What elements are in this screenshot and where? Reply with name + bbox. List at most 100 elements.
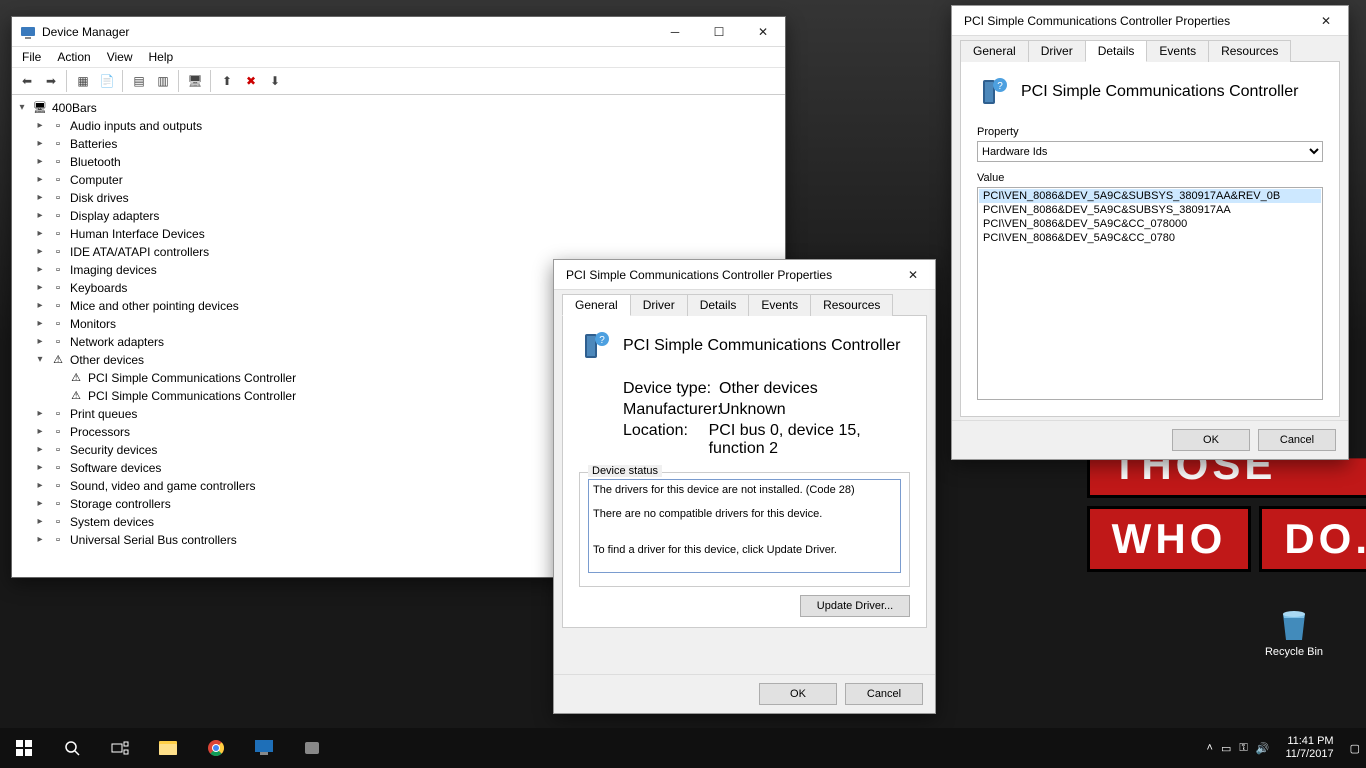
task-view-button[interactable] (96, 728, 144, 768)
close-button[interactable]: ✕ (891, 261, 935, 289)
category-icon: ▫ (50, 190, 66, 206)
category-icon: ▫ (50, 244, 66, 260)
close-button[interactable]: ✕ (1304, 7, 1348, 35)
battery-icon[interactable]: ▭ (1221, 742, 1231, 755)
list-item[interactable]: PCI\VEN_8086&DEV_5A9C&CC_0780 (979, 231, 1321, 245)
titlebar[interactable]: PCI Simple Communications Controller Pro… (952, 6, 1348, 36)
disable-button[interactable]: ⬇ (264, 70, 286, 92)
category-icon: ▫ (50, 442, 66, 458)
cancel-button[interactable]: Cancel (845, 683, 923, 705)
menu-help[interactable]: Help (149, 50, 174, 64)
tab-resources[interactable]: Resources (1208, 40, 1291, 62)
device-type: Other devices (719, 380, 818, 398)
tabs: General Driver Details Events Resources (562, 290, 927, 316)
device-status[interactable]: The drivers for this device are not inst… (588, 479, 901, 573)
menu-action[interactable]: Action (57, 50, 90, 64)
recycle-bin[interactable]: Recycle Bin (1258, 602, 1330, 658)
update-driver-button[interactable]: Update Driver... (800, 595, 910, 617)
list-item[interactable]: PCI\VEN_8086&DEV_5A9C&SUBSYS_380917AA (979, 203, 1321, 217)
notifications-icon[interactable]: ▢ (1350, 742, 1360, 755)
category-icon: ⚠ (50, 352, 66, 368)
device-name: PCI Simple Communications Controller (623, 337, 900, 355)
clock[interactable]: 11:41 PM 11/7/2017 (1277, 735, 1341, 761)
property-label: Property (977, 126, 1323, 138)
manufacturer: Unknown (719, 401, 786, 419)
warning-icon: ⚠ (68, 388, 84, 404)
tree-item[interactable]: ▸▫Batteries (16, 135, 785, 153)
tab-events[interactable]: Events (748, 294, 811, 316)
svg-text:?: ? (997, 81, 1003, 92)
taskbar: ˄ ▭ ⚿ 🔊 11:41 PM 11/7/2017 ▢ (0, 728, 1366, 768)
tab-general[interactable]: General (562, 294, 631, 316)
ok-button[interactable]: OK (1172, 429, 1250, 451)
tree-item[interactable]: ▸▫Computer (16, 171, 785, 189)
titlebar[interactable]: Device Manager ─ ☐ ✕ (12, 17, 785, 47)
tab-general[interactable]: General (960, 40, 1029, 62)
device-icon: ? (579, 330, 611, 362)
property-select[interactable]: Hardware Ids (977, 141, 1323, 162)
window-title: Device Manager (42, 25, 653, 39)
properties-button[interactable]: 📄 (96, 70, 118, 92)
maximize-button[interactable]: ☐ (697, 18, 741, 46)
status-legend: Device status (588, 465, 662, 477)
back-button[interactable]: ⬅ (16, 70, 38, 92)
menubar: File Action View Help (12, 47, 785, 67)
category-icon: ▫ (50, 172, 66, 188)
titlebar[interactable]: PCI Simple Communications Controller Pro… (554, 260, 935, 290)
close-button[interactable]: ✕ (741, 18, 785, 46)
tree-item[interactable]: ▸▫Audio inputs and outputs (16, 117, 785, 135)
value-listbox[interactable]: PCI\VEN_8086&DEV_5A9C&SUBSYS_380917AA&RE… (977, 187, 1323, 400)
tree-item[interactable]: ▸▫Disk drives (16, 189, 785, 207)
category-icon: ▫ (50, 298, 66, 314)
tree-root[interactable]: 400Bars (52, 99, 97, 117)
tab-driver[interactable]: Driver (630, 294, 688, 316)
tree-item[interactable]: ▸▫Bluetooth (16, 153, 785, 171)
category-icon: ▫ (50, 532, 66, 548)
volume-icon[interactable]: 🔊 (1256, 742, 1270, 755)
category-icon: ▫ (50, 478, 66, 494)
tab-driver[interactable]: Driver (1028, 40, 1086, 62)
tree-item[interactable]: ▸▫Display adapters (16, 207, 785, 225)
menu-file[interactable]: File (22, 50, 41, 64)
tab-details[interactable]: Details (1085, 40, 1148, 62)
taskbar-app-1[interactable] (240, 728, 288, 768)
category-icon: ▫ (50, 514, 66, 530)
update-driver-button[interactable]: ⬆ (216, 70, 238, 92)
svg-text:?: ? (599, 335, 605, 346)
tab-events[interactable]: Events (1146, 40, 1209, 62)
minimize-button[interactable]: ─ (653, 18, 697, 46)
wifi-icon[interactable]: ⚿ (1239, 742, 1247, 755)
start-button[interactable] (0, 728, 48, 768)
location: PCI bus 0, device 15, function 2 (709, 422, 910, 458)
system-tray[interactable]: ˄ ▭ ⚿ 🔊 11:41 PM 11/7/2017 ▢ (1207, 735, 1366, 761)
tabs: General Driver Details Events Resources (960, 36, 1340, 62)
tree-item[interactable]: ▸▫Human Interface Devices (16, 225, 785, 243)
category-icon: ▫ (50, 118, 66, 134)
scan-button[interactable]: 🖥 (184, 70, 206, 92)
device-manager-icon (20, 24, 36, 40)
computer-icon: 🖥 (32, 100, 48, 116)
view-button-1[interactable]: ▤ (128, 70, 150, 92)
tab-details[interactable]: Details (687, 294, 750, 316)
forward-button[interactable]: ➡ (40, 70, 62, 92)
cancel-button[interactable]: Cancel (1258, 429, 1336, 451)
taskbar-app-explorer[interactable] (144, 728, 192, 768)
list-item[interactable]: PCI\VEN_8086&DEV_5A9C&CC_078000 (979, 217, 1321, 231)
taskbar-app-2[interactable] (288, 728, 336, 768)
device-icon: ? (977, 76, 1009, 108)
properties-general-dialog: PCI Simple Communications Controller Pro… (553, 259, 936, 714)
device-name: PCI Simple Communications Controller (1021, 83, 1298, 101)
recycle-bin-icon (1273, 602, 1315, 644)
tray-chevron-icon[interactable]: ˄ (1207, 742, 1213, 754)
recycle-bin-label: Recycle Bin (1265, 646, 1323, 658)
search-button[interactable] (48, 728, 96, 768)
category-icon: ▫ (50, 262, 66, 278)
menu-view[interactable]: View (107, 50, 133, 64)
show-hidden-button[interactable]: ▦ (72, 70, 94, 92)
taskbar-app-chrome[interactable] (192, 728, 240, 768)
uninstall-button[interactable]: ✖ (240, 70, 262, 92)
ok-button[interactable]: OK (759, 683, 837, 705)
list-item[interactable]: PCI\VEN_8086&DEV_5A9C&SUBSYS_380917AA&RE… (979, 189, 1321, 203)
view-button-2[interactable]: ▥ (152, 70, 174, 92)
tab-resources[interactable]: Resources (810, 294, 893, 316)
